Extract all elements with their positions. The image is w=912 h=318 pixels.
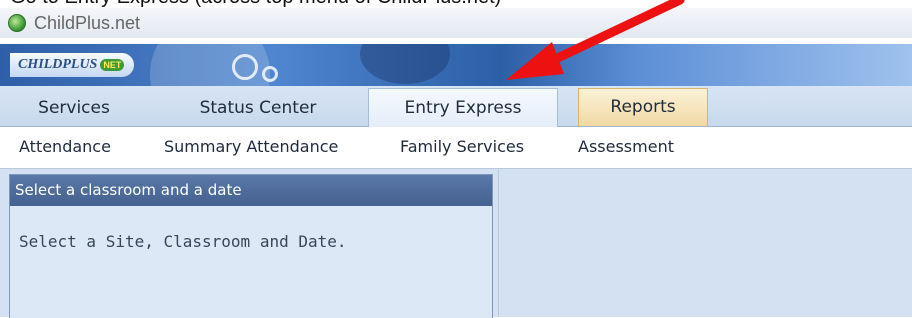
childplus-logo: CHILDPLUS NET xyxy=(10,53,135,77)
panel-header: Select a classroom and a date xyxy=(10,175,492,206)
subtab-attendance[interactable]: Attendance xyxy=(19,137,111,156)
entry-express-submenu: Attendance Summary Attendance Family Ser… xyxy=(0,127,912,169)
tab-reports[interactable]: Reports xyxy=(578,88,708,126)
subtab-summary-attendance[interactable]: Summary Attendance xyxy=(164,137,338,156)
tab-services[interactable]: Services xyxy=(10,91,138,125)
subtab-assessment[interactable]: Assessment xyxy=(578,137,674,156)
window-title-bar: ChildPlus.net xyxy=(0,8,912,38)
details-area xyxy=(498,169,912,317)
window-title: ChildPlus.net xyxy=(34,12,141,33)
childplus-app-icon xyxy=(8,14,26,32)
subtab-family-services[interactable]: Family Services xyxy=(400,137,524,156)
banner-orb-decoration xyxy=(262,66,278,82)
header-banner: CHILDPLUS NET xyxy=(0,44,912,86)
logo-net-badge: NET xyxy=(100,59,125,71)
banner-orb-decoration xyxy=(232,54,258,80)
tab-status-center[interactable]: Status Center xyxy=(162,91,354,125)
logo-text: CHILDPLUS xyxy=(18,57,98,72)
instruction-caption: Go to Entry Express (across top menu of … xyxy=(10,0,501,8)
content-area: Select a classroom and a date Select a S… xyxy=(0,169,912,318)
classroom-selection-panel: Select a classroom and a date Select a S… xyxy=(9,174,493,318)
panel-message: Select a Site, Classroom and Date. xyxy=(19,232,347,251)
tab-entry-express[interactable]: Entry Express xyxy=(368,88,558,127)
banner-decoration xyxy=(360,44,450,84)
main-menu: Services Status Center Entry Express Rep… xyxy=(0,86,912,127)
